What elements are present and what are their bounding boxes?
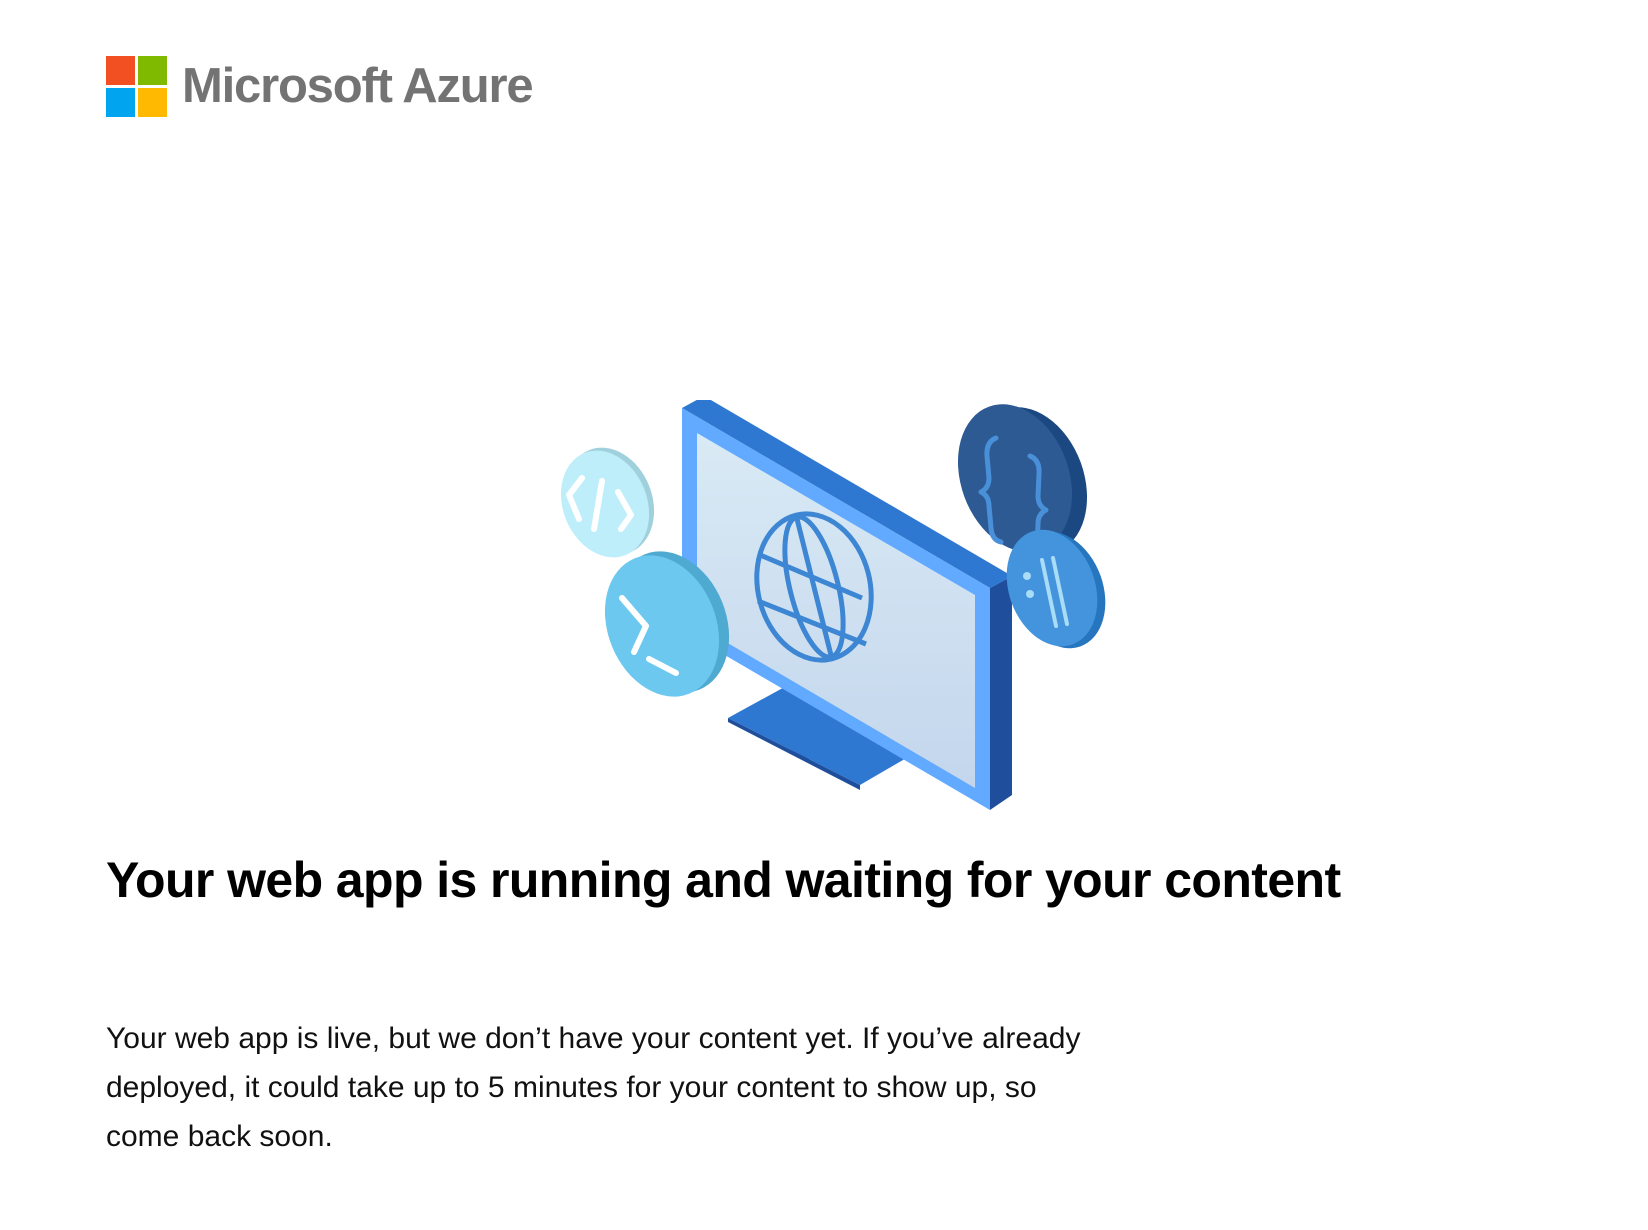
logo-square-yellow: [138, 88, 167, 117]
page-header: Microsoft Azure: [106, 56, 534, 117]
code-tag-icon: [560, 447, 655, 558]
page-description: Your web app is live, but we don’t have …: [106, 1022, 1081, 1153]
page-headline: Your web app is running and waiting for …: [106, 852, 1341, 908]
brand-name: Microsoft Azure: [182, 59, 534, 113]
logo-square-green: [138, 56, 167, 85]
logo-square-blue: [106, 88, 135, 117]
microsoft-logo-icon: [106, 56, 167, 117]
logo-square-red: [106, 56, 135, 85]
web-app-illustration: [560, 400, 1106, 810]
